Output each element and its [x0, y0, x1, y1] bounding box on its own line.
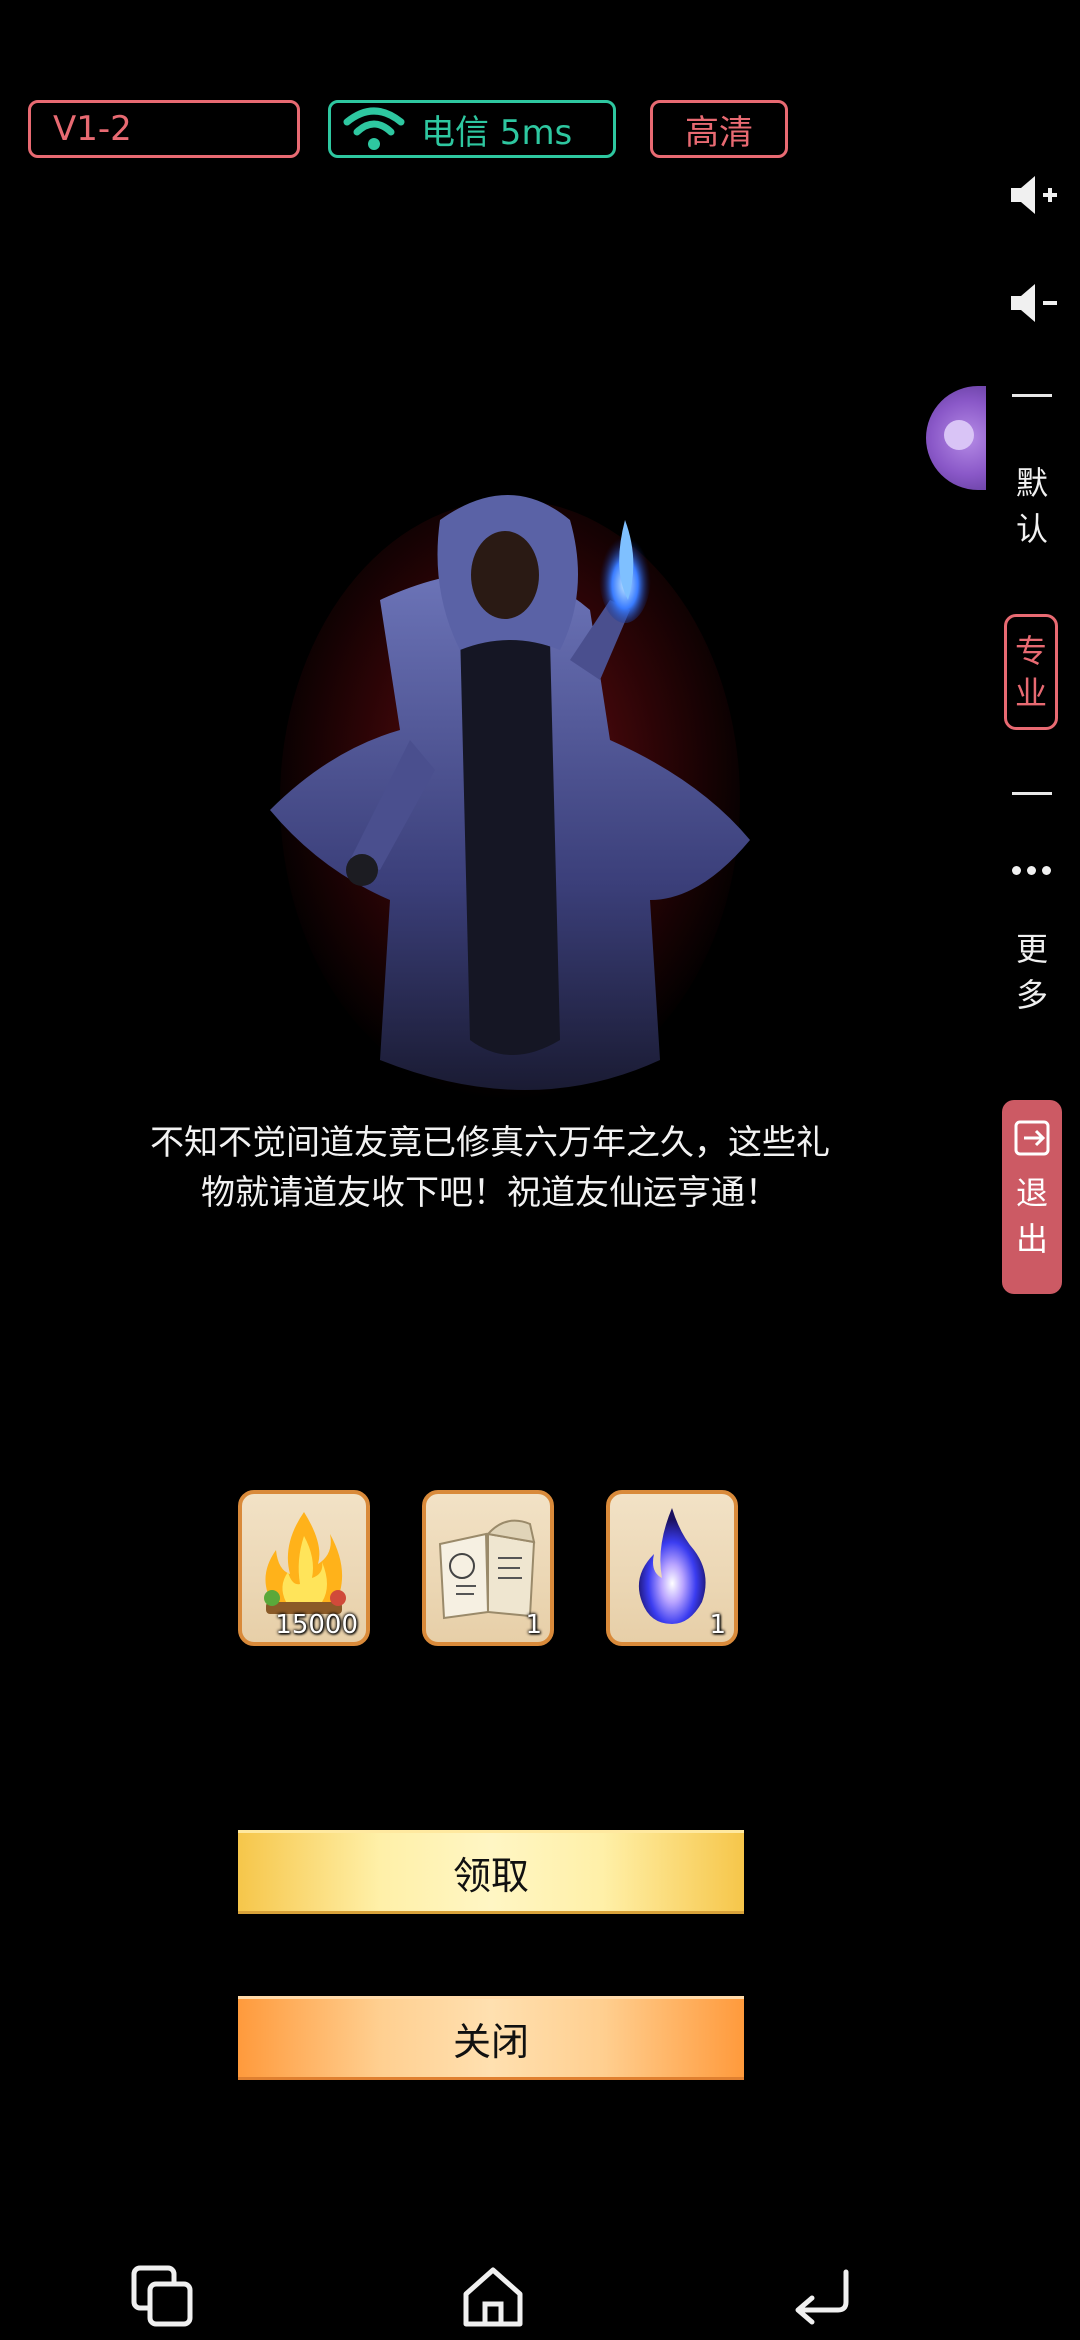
more-dots-icon[interactable]	[1012, 866, 1051, 875]
gift-message: 不知不觉间道友竟已修真六万年之久，这些礼 物就请道友收下吧！祝道友仙运亨通！	[140, 1118, 840, 1218]
close-button-label: 关闭	[452, 2019, 529, 2064]
quality-chip[interactable]: 高清	[650, 100, 788, 158]
more-label-1: 更	[1015, 930, 1048, 968]
reward-count: 15000	[275, 1610, 358, 1640]
sidebar-divider	[1012, 792, 1052, 795]
claim-button[interactable]: 领取	[238, 1830, 744, 1914]
sidebar-divider	[1012, 394, 1052, 397]
reward-item[interactable]: 1	[606, 1490, 738, 1646]
reward-item[interactable]: 1	[422, 1490, 554, 1646]
back-icon[interactable]	[786, 2262, 856, 2332]
exit-label-1: 退	[1015, 1174, 1048, 1212]
exit-button[interactable]: 退 出	[1002, 1100, 1062, 1294]
network-label: 电信 5ms	[421, 112, 573, 153]
network-chip[interactable]: 电信 5ms	[328, 100, 616, 158]
wizard-illustration	[270, 495, 750, 1100]
exit-label-2: 出	[1015, 1220, 1048, 1258]
wifi-icon	[343, 107, 405, 150]
floating-assistant-icon[interactable]	[926, 386, 986, 490]
reward-item[interactable]: 15000	[238, 1490, 370, 1646]
default-label-1: 默	[1015, 464, 1048, 502]
pro-label-1: 专	[1014, 632, 1047, 670]
reward-count: 1	[525, 1610, 542, 1640]
pro-label-2: 业	[1014, 674, 1047, 712]
quality-label: 高清	[685, 112, 753, 153]
pro-mode-button[interactable]: 专 业	[1004, 614, 1058, 730]
gift-message-line-2: 物就请道友收下吧！祝道友仙运亨通！	[201, 1173, 779, 1213]
version-chip[interactable]: V1-2	[28, 100, 300, 158]
version-label: V1-2	[53, 109, 132, 149]
close-button[interactable]: 关闭	[238, 1996, 744, 2080]
recent-apps-icon[interactable]	[128, 2262, 198, 2332]
volume-up-icon	[1011, 176, 1057, 214]
home-icon[interactable]	[458, 2262, 528, 2332]
volume-up-button[interactable]	[1005, 168, 1059, 226]
more-button[interactable]: 更 多	[1005, 926, 1059, 1018]
exit-icon	[1014, 1120, 1050, 1156]
volume-down-icon	[1011, 284, 1057, 322]
more-label-2: 多	[1015, 976, 1048, 1014]
gift-message-line-1: 不知不觉间道友竟已修真六万年之久，这些礼	[150, 1123, 830, 1163]
claim-button-label: 领取	[452, 1853, 529, 1898]
game-screen: V1-2 电信 5ms 高清 默 认 专 业 更 多 退 出 不知不觉间道友竟已…	[0, 0, 1080, 2340]
volume-down-button[interactable]	[1005, 276, 1059, 334]
reward-count: 1	[709, 1610, 726, 1640]
default-label-2: 认	[1015, 510, 1048, 548]
default-mode-button[interactable]: 默 认	[1005, 460, 1059, 552]
